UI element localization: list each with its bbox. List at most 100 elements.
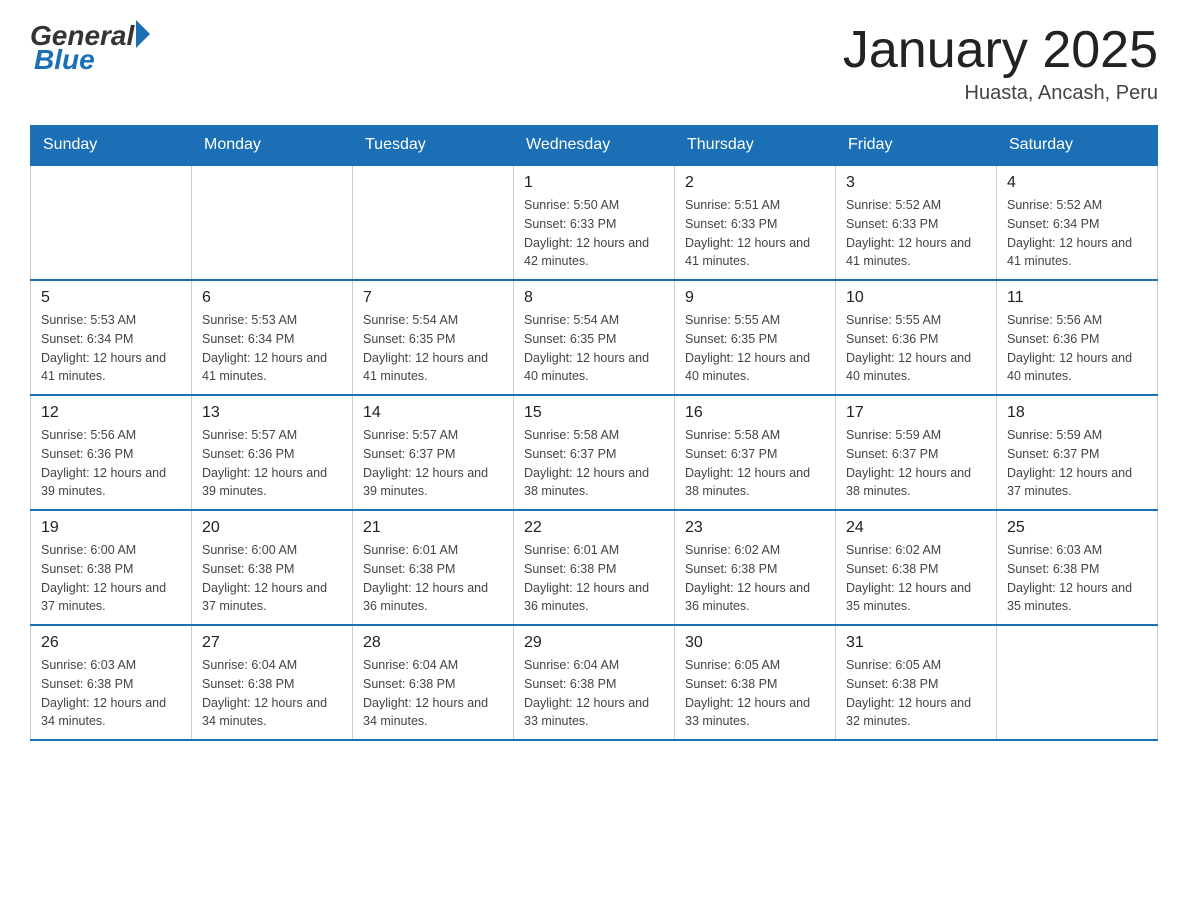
day-number: 12 — [41, 404, 181, 422]
day-number: 20 — [202, 519, 342, 537]
day-number: 1 — [524, 174, 664, 192]
calendar-cell — [192, 165, 353, 280]
location: Huasta, Ancash, Peru — [843, 82, 1158, 105]
calendar-cell: 13 Sunrise: 5:57 AMSunset: 6:36 PMDayligh… — [192, 395, 353, 510]
day-info: Sunrise: 5:58 AMSunset: 6:37 PMDaylight:… — [685, 426, 825, 501]
day-number: 18 — [1007, 404, 1147, 422]
day-info: Sunrise: 5:56 AMSunset: 6:36 PMDaylight:… — [1007, 311, 1147, 386]
day-info: Sunrise: 5:57 AMSunset: 6:37 PMDaylight:… — [363, 426, 503, 501]
calendar-header-row: SundayMondayTuesdayWednesdayThursdayFrid… — [31, 126, 1158, 166]
calendar-header-thursday: Thursday — [675, 126, 836, 166]
day-number: 25 — [1007, 519, 1147, 537]
day-number: 21 — [363, 519, 503, 537]
day-info: Sunrise: 6:01 AMSunset: 6:38 PMDaylight:… — [524, 541, 664, 616]
calendar-cell: 1Sunrise: 5:50 AMSunset: 6:33 PMDaylight… — [514, 165, 675, 280]
calendar-cell: 6 Sunrise: 5:53 AMSunset: 6:34 PMDaylight… — [192, 280, 353, 395]
day-number: 23 — [685, 519, 825, 537]
day-number: 8 — [524, 289, 664, 307]
day-number: 19 — [41, 519, 181, 537]
calendar-cell: 21 Sunrise: 6:01 AMSunset: 6:38 PMDayligh… — [353, 510, 514, 625]
day-number: 31 — [846, 634, 986, 652]
calendar-week-row: 1Sunrise: 5:50 AMSunset: 6:33 PMDaylight… — [31, 165, 1158, 280]
calendar-header-sunday: Sunday — [31, 126, 192, 166]
calendar-week-row: 19 Sunrise: 6:00 AMSunset: 6:38 PMDayligh… — [31, 510, 1158, 625]
day-info: Sunrise: 6:05 AMSunset: 6:38 PMDaylight:… — [846, 656, 986, 731]
calendar-week-row: 26 Sunrise: 6:03 AMSunset: 6:38 PMDayligh… — [31, 625, 1158, 740]
day-number: 5 — [41, 289, 181, 307]
calendar-cell: 19 Sunrise: 6:00 AMSunset: 6:38 PMDayligh… — [31, 510, 192, 625]
day-info: Sunrise: 6:00 AMSunset: 6:38 PMDaylight:… — [41, 541, 181, 616]
day-number: 13 — [202, 404, 342, 422]
calendar-cell: 31 Sunrise: 6:05 AMSunset: 6:38 PMDayligh… — [836, 625, 997, 740]
calendar-cell: 16 Sunrise: 5:58 AMSunset: 6:37 PMDayligh… — [675, 395, 836, 510]
day-number: 6 — [202, 289, 342, 307]
day-number: 26 — [41, 634, 181, 652]
day-info: Sunrise: 5:52 AMSunset: 6:34 PMDaylight:… — [1007, 196, 1147, 271]
day-info: Sunrise: 5:57 AMSunset: 6:36 PMDaylight:… — [202, 426, 342, 501]
day-info: Sunrise: 6:04 AMSunset: 6:38 PMDaylight:… — [524, 656, 664, 731]
day-info: Sunrise: 5:58 AMSunset: 6:37 PMDaylight:… — [524, 426, 664, 501]
calendar-cell: 12 Sunrise: 5:56 AMSunset: 6:36 PMDayligh… — [31, 395, 192, 510]
calendar-cell: 10 Sunrise: 5:55 AMSunset: 6:36 PMDayligh… — [836, 280, 997, 395]
calendar-cell: 22Sunrise: 6:01 AMSunset: 6:38 PMDayligh… — [514, 510, 675, 625]
calendar-cell: 28Sunrise: 6:04 AMSunset: 6:38 PMDayligh… — [353, 625, 514, 740]
calendar-week-row: 12 Sunrise: 5:56 AMSunset: 6:36 PMDayligh… — [31, 395, 1158, 510]
day-info: Sunrise: 6:01 AMSunset: 6:38 PMDaylight:… — [363, 541, 503, 616]
day-info: Sunrise: 5:54 AMSunset: 6:35 PMDaylight:… — [524, 311, 664, 386]
calendar-cell: 30Sunrise: 6:05 AMSunset: 6:38 PMDayligh… — [675, 625, 836, 740]
calendar-cell: 7 Sunrise: 5:54 AMSunset: 6:35 PMDaylight… — [353, 280, 514, 395]
calendar-cell: 20 Sunrise: 6:00 AMSunset: 6:38 PMDayligh… — [192, 510, 353, 625]
calendar-cell: 17Sunrise: 5:59 AMSunset: 6:37 PMDayligh… — [836, 395, 997, 510]
day-info: Sunrise: 5:52 AMSunset: 6:33 PMDaylight:… — [846, 196, 986, 271]
day-info: Sunrise: 6:02 AMSunset: 6:38 PMDaylight:… — [846, 541, 986, 616]
day-number: 27 — [202, 634, 342, 652]
logo-blue-text: Blue — [30, 44, 95, 76]
calendar-cell: 29 Sunrise: 6:04 AMSunset: 6:38 PMDayligh… — [514, 625, 675, 740]
day-number: 30 — [685, 634, 825, 652]
calendar-cell — [997, 625, 1158, 740]
logo: General Blue — [30, 20, 150, 76]
calendar-header-saturday: Saturday — [997, 126, 1158, 166]
calendar-header-wednesday: Wednesday — [514, 126, 675, 166]
day-info: Sunrise: 5:59 AMSunset: 6:37 PMDaylight:… — [1007, 426, 1147, 501]
day-number: 24 — [846, 519, 986, 537]
day-info: Sunrise: 5:55 AMSunset: 6:36 PMDaylight:… — [846, 311, 986, 386]
calendar-header-monday: Monday — [192, 126, 353, 166]
day-number: 14 — [363, 404, 503, 422]
calendar-cell: 11Sunrise: 5:56 AMSunset: 6:36 PMDayligh… — [997, 280, 1158, 395]
day-info: Sunrise: 5:54 AMSunset: 6:35 PMDaylight:… — [363, 311, 503, 386]
day-number: 7 — [363, 289, 503, 307]
day-info: Sunrise: 6:03 AMSunset: 6:38 PMDaylight:… — [41, 656, 181, 731]
calendar-cell — [353, 165, 514, 280]
day-number: 17 — [846, 404, 986, 422]
day-number: 10 — [846, 289, 986, 307]
calendar-cell: 23Sunrise: 6:02 AMSunset: 6:38 PMDayligh… — [675, 510, 836, 625]
day-info: Sunrise: 5:56 AMSunset: 6:36 PMDaylight:… — [41, 426, 181, 501]
calendar-cell — [31, 165, 192, 280]
day-info: Sunrise: 5:51 AMSunset: 6:33 PMDaylight:… — [685, 196, 825, 271]
page-header: General Blue January 2025 Huasta, Ancash… — [30, 20, 1158, 105]
day-number: 15 — [524, 404, 664, 422]
calendar-cell: 24 Sunrise: 6:02 AMSunset: 6:38 PMDayligh… — [836, 510, 997, 625]
day-number: 16 — [685, 404, 825, 422]
day-info: Sunrise: 5:53 AMSunset: 6:34 PMDaylight:… — [202, 311, 342, 386]
calendar-cell: 27Sunrise: 6:04 AMSunset: 6:38 PMDayligh… — [192, 625, 353, 740]
calendar-cell: 3 Sunrise: 5:52 AMSunset: 6:33 PMDaylight… — [836, 165, 997, 280]
calendar-cell: 4Sunrise: 5:52 AMSunset: 6:34 PMDaylight… — [997, 165, 1158, 280]
logo-arrow-icon — [136, 20, 150, 48]
day-number: 3 — [846, 174, 986, 192]
calendar-cell: 18 Sunrise: 5:59 AMSunset: 6:37 PMDayligh… — [997, 395, 1158, 510]
calendar-cell: 8 Sunrise: 5:54 AMSunset: 6:35 PMDaylight… — [514, 280, 675, 395]
calendar-week-row: 5 Sunrise: 5:53 AMSunset: 6:34 PMDaylight… — [31, 280, 1158, 395]
title-section: January 2025 Huasta, Ancash, Peru — [843, 20, 1158, 105]
month-title: January 2025 — [843, 20, 1158, 80]
calendar-header-tuesday: Tuesday — [353, 126, 514, 166]
day-number: 9 — [685, 289, 825, 307]
calendar-cell: 25Sunrise: 6:03 AMSunset: 6:38 PMDayligh… — [997, 510, 1158, 625]
calendar-cell: 5 Sunrise: 5:53 AMSunset: 6:34 PMDaylight… — [31, 280, 192, 395]
calendar-cell: 14 Sunrise: 5:57 AMSunset: 6:37 PMDayligh… — [353, 395, 514, 510]
day-info: Sunrise: 6:00 AMSunset: 6:38 PMDaylight:… — [202, 541, 342, 616]
day-info: Sunrise: 5:55 AMSunset: 6:35 PMDaylight:… — [685, 311, 825, 386]
day-number: 29 — [524, 634, 664, 652]
day-info: Sunrise: 5:53 AMSunset: 6:34 PMDaylight:… — [41, 311, 181, 386]
